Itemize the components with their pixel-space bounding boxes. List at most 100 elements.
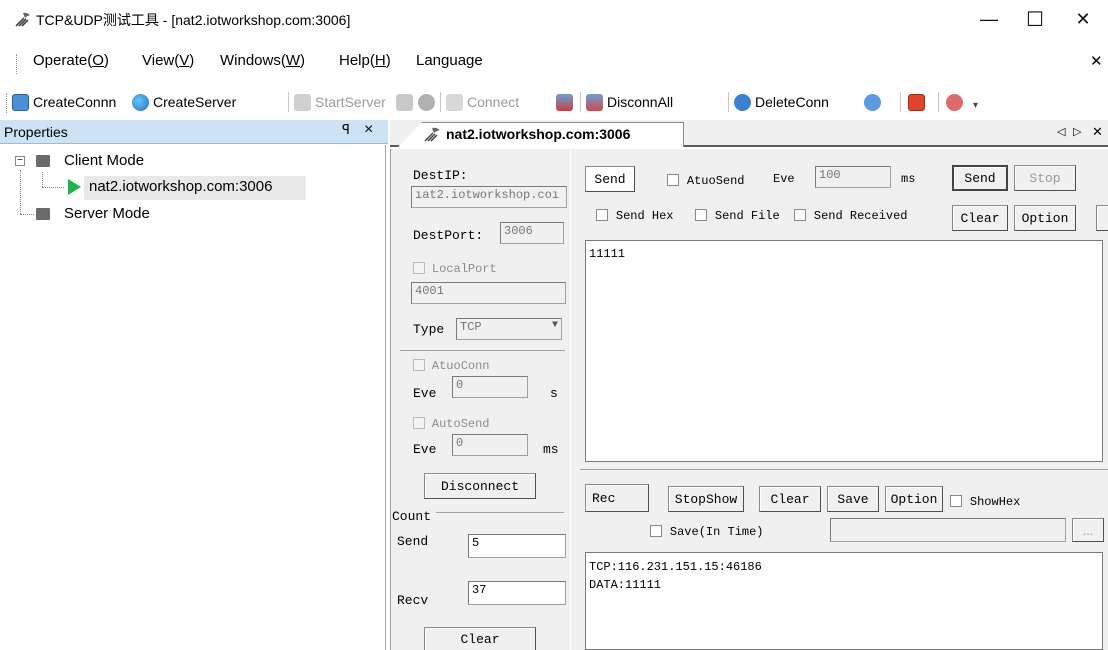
tree-item-server-mode[interactable]: Server Mode — [64, 205, 150, 222]
computer-icon — [36, 155, 50, 167]
menu-grip — [16, 54, 19, 74]
create-conn-button[interactable]: CreateConnn — [12, 89, 116, 115]
send-received-option[interactable]: Send Received — [794, 206, 908, 223]
divider — [580, 469, 1108, 470]
send-count-field[interactable]: 5 — [468, 534, 566, 558]
cancel-button[interactable] — [418, 89, 439, 115]
menu-help[interactable]: Help(H) — [339, 52, 391, 69]
play-icon — [68, 179, 81, 195]
menu-close-icon[interactable]: ✕ — [1090, 52, 1103, 70]
tree-item-client-mode[interactable]: Client Mode — [64, 152, 144, 169]
send-file-label: Send File — [714, 209, 780, 223]
stop-server-icon — [396, 93, 413, 111]
tree-line — [20, 170, 21, 214]
power-button[interactable] — [908, 89, 929, 115]
send-received-checkbox[interactable] — [794, 209, 806, 222]
tab-scroll-left-icon[interactable]: ◁ — [1057, 125, 1065, 138]
send-tab[interactable]: Send — [585, 166, 635, 192]
browse-button[interactable]: ... — [1072, 518, 1104, 542]
menu-view[interactable]: View(V) — [142, 52, 194, 69]
save-in-time-option[interactable]: Save(In Time) — [650, 522, 764, 539]
disconn-all-button[interactable]: DisconnAll — [586, 89, 673, 115]
local-port-field[interactable]: 4001 — [411, 282, 566, 304]
auto-send-checkbox[interactable] — [413, 417, 425, 430]
toolbar-separator — [580, 92, 581, 112]
computer-icon — [36, 208, 50, 220]
save-path-field[interactable] — [830, 518, 1066, 542]
tree-item-connection[interactable]: nat2.iotworkshop.com:3006 — [89, 178, 272, 195]
create-server-icon — [132, 93, 149, 111]
receive-textarea[interactable]: TCP:116.231.151.15:46186 DATA:11111 — [585, 552, 1103, 650]
auto-conn-label: AtuoConn — [431, 359, 490, 373]
connect-button[interactable]: Connect — [446, 89, 519, 115]
delete-conn-button[interactable]: DeleteConn — [734, 89, 829, 115]
send-textarea[interactable]: 11111 — [585, 240, 1103, 462]
recv-count-label: Recv — [397, 593, 429, 608]
stop-show-button[interactable]: StopShow — [668, 486, 744, 512]
minimize-button[interactable]: — — [966, 2, 1012, 36]
local-port-checkbox[interactable] — [413, 262, 425, 275]
create-server-button[interactable]: CreateServer — [132, 89, 236, 115]
save-in-time-checkbox[interactable] — [650, 525, 662, 538]
type-label: Type — [413, 322, 445, 337]
auto-send-label: AutoSend — [431, 417, 490, 431]
show-hex-option[interactable]: ShowHex — [950, 492, 1020, 509]
stop-server-button[interactable] — [396, 89, 417, 115]
disconn-all-label: DisconnAll — [607, 94, 674, 110]
tab-scroll-right-icon[interactable]: ▷ — [1073, 125, 1081, 138]
local-port-row[interactable]: LocalPort — [413, 259, 497, 276]
save-button[interactable]: Save — [827, 486, 879, 512]
collapse-icon[interactable]: − — [15, 156, 25, 166]
auto-send-interval-field[interactable]: 0 — [452, 434, 528, 456]
auto-conn-row[interactable]: AtuoConn — [413, 356, 490, 373]
close-button[interactable]: ✕ — [1060, 2, 1106, 36]
rec-tab[interactable]: Rec — [585, 484, 649, 512]
clear-send-button[interactable]: Clear — [952, 205, 1008, 231]
send-hex-checkbox[interactable] — [596, 209, 608, 222]
disconnect-icon-button[interactable] — [556, 89, 577, 115]
auto-send-option[interactable]: AtuoSend — [667, 171, 745, 188]
count-label: Count — [392, 509, 432, 524]
auto-send-label: AtuoSend — [686, 174, 745, 188]
start-server-button[interactable]: StartServer — [294, 89, 386, 115]
auto-send-checkbox[interactable] — [667, 174, 679, 187]
menu-windows[interactable]: Windows(W) — [220, 52, 305, 69]
type-select[interactable]: TCP ▼ — [456, 318, 562, 340]
send-button[interactable]: Send — [952, 165, 1008, 191]
auto-send-interval-field[interactable]: 100 — [815, 166, 891, 188]
send-hex-option[interactable]: Send Hex — [596, 206, 674, 223]
auto-conn-interval-field[interactable]: 0 — [452, 376, 528, 398]
disconnect-button[interactable]: Disconnect — [424, 473, 536, 499]
recv-count-field[interactable]: 37 — [468, 581, 566, 605]
delete-all-button[interactable] — [864, 89, 885, 115]
plugin-button[interactable] — [946, 89, 967, 115]
properties-close-icon[interactable]: × — [364, 121, 373, 139]
tab-close-icon[interactable]: ✕ — [1092, 124, 1103, 140]
divider — [436, 512, 564, 513]
clear-count-button[interactable]: Clear — [424, 627, 536, 650]
send-option-button[interactable]: Option — [1014, 205, 1076, 231]
send-extra-button[interactable] — [1096, 205, 1108, 231]
stop-button[interactable]: Stop — [1014, 165, 1076, 191]
send-file-checkbox[interactable] — [695, 209, 707, 222]
start-server-icon — [294, 93, 311, 111]
send-file-option[interactable]: Send File — [695, 206, 780, 223]
cancel-icon — [418, 93, 435, 111]
dest-ip-field[interactable]: ıat2.iotworkshop.coı — [411, 186, 567, 208]
clear-receive-button[interactable]: Clear — [759, 486, 821, 512]
toolbar-separator — [288, 92, 289, 112]
power-icon — [908, 93, 925, 111]
maximize-button[interactable]: ☐ — [1012, 2, 1058, 36]
chevron-down-icon: ▼ — [551, 320, 558, 331]
show-hex-checkbox[interactable] — [950, 495, 962, 508]
menu-operate[interactable]: Operate(O) — [33, 52, 109, 69]
auto-send-row[interactable]: AutoSend — [413, 414, 490, 431]
receive-option-button[interactable]: Option — [885, 486, 943, 512]
plugin-icon — [946, 93, 963, 111]
auto-conn-checkbox[interactable] — [413, 359, 425, 372]
menu-language[interactable]: Language — [416, 52, 483, 69]
pin-icon[interactable]: ꟼ — [342, 122, 350, 138]
dest-port-field[interactable]: 3006 — [500, 222, 564, 244]
properties-panel — [0, 145, 386, 650]
toolbar-overflow-icon[interactable]: ▾ — [973, 100, 978, 111]
